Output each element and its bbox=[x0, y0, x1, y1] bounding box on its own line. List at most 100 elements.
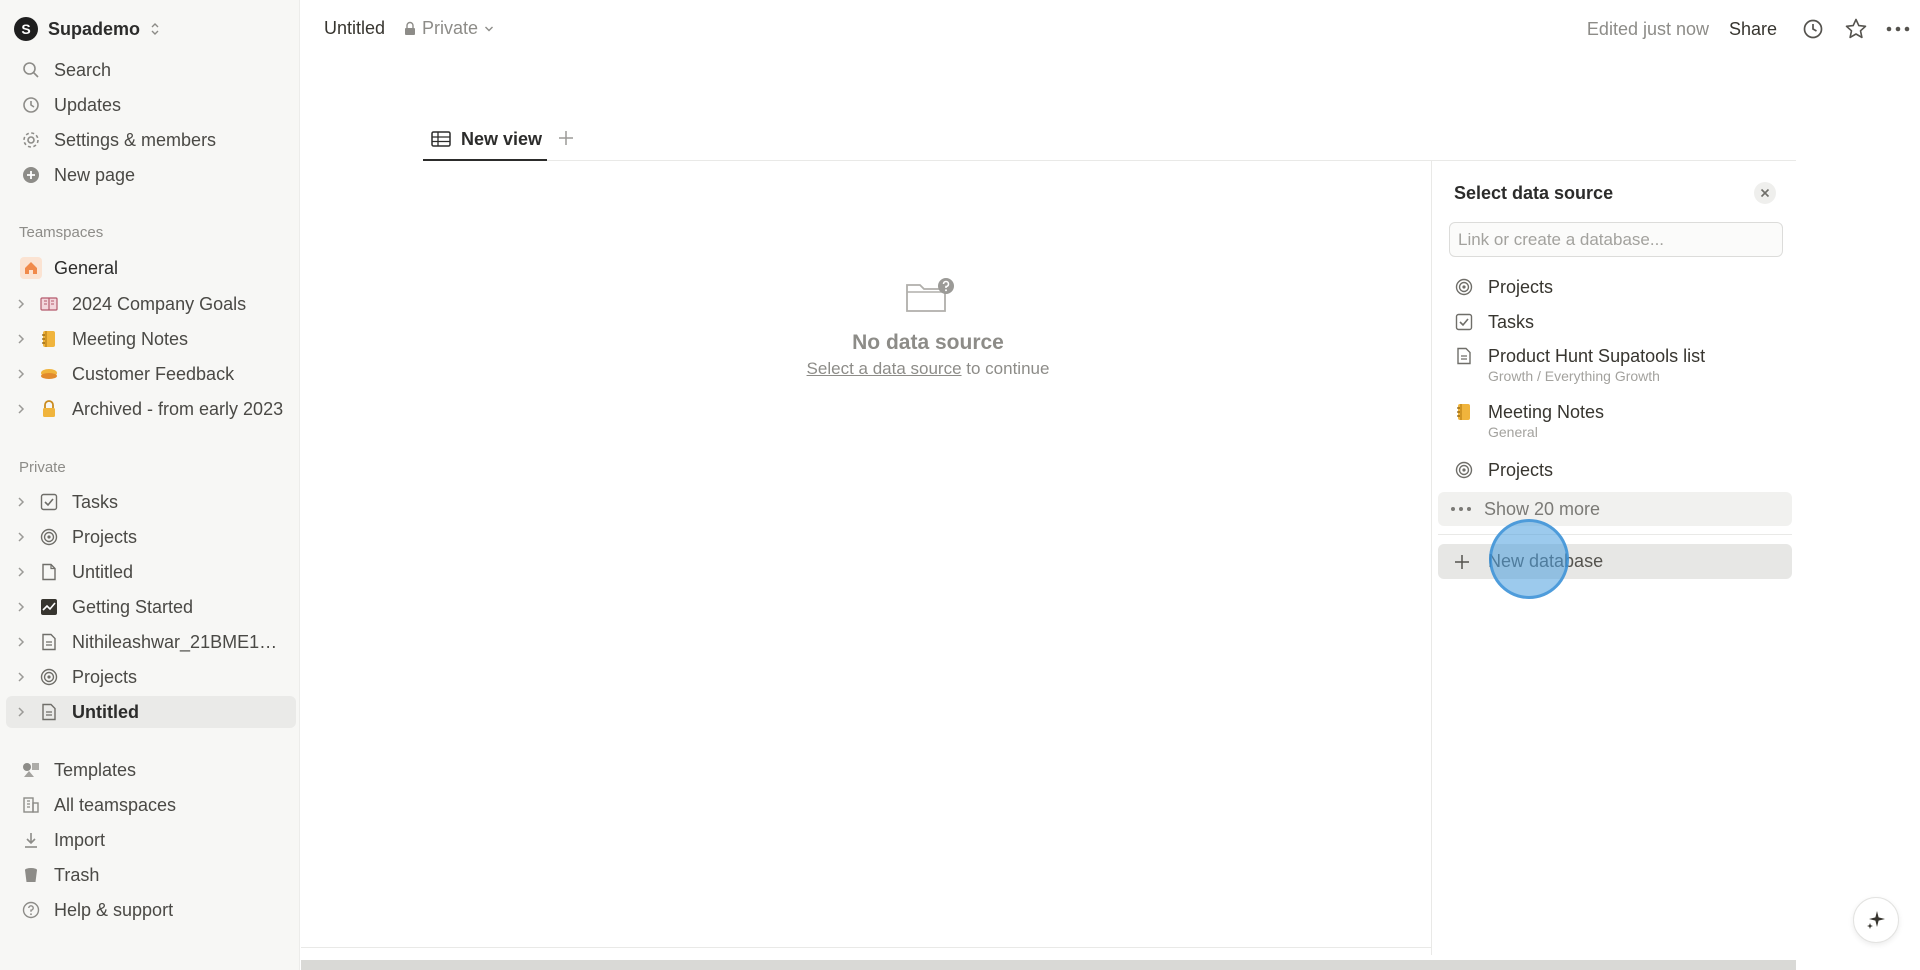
chevron-right-icon[interactable] bbox=[16, 636, 32, 648]
chevron-right-icon[interactable] bbox=[16, 601, 32, 613]
sidebar-item-getting-started[interactable]: Getting Started bbox=[6, 591, 296, 623]
chevron-right-icon[interactable] bbox=[16, 706, 32, 718]
data-source-name: Projects bbox=[1488, 460, 1554, 480]
sidebar-item-untitled[interactable]: Untitled bbox=[6, 556, 296, 588]
sidebar-item-meeting-notes[interactable]: Meeting Notes bbox=[6, 323, 296, 355]
sidebar-item-label: 2024 Company Goals bbox=[72, 293, 247, 314]
history-icon[interactable] bbox=[1800, 16, 1826, 42]
chevron-right-icon[interactable] bbox=[16, 531, 32, 543]
templates-icon bbox=[20, 759, 42, 781]
sidebar-item-label: Templates bbox=[54, 759, 137, 780]
new-database-button[interactable]: New database bbox=[1438, 544, 1792, 579]
show-more-label: Show 20 more bbox=[1484, 498, 1601, 519]
data-source-path: Growth / Everything Growth bbox=[1488, 368, 1660, 384]
sidebar-settings[interactable]: Settings & members bbox=[6, 124, 296, 156]
data-source-item[interactable]: Product Hunt Supatools list Growth / Eve… bbox=[1442, 342, 1788, 394]
close-panel-button[interactable] bbox=[1754, 182, 1776, 204]
lock-icon bbox=[38, 398, 60, 420]
star-icon[interactable] bbox=[1843, 16, 1869, 42]
data-source-item[interactable]: Projects bbox=[1442, 456, 1788, 488]
tab-new-view[interactable]: New view bbox=[423, 119, 547, 161]
close-icon bbox=[1760, 188, 1770, 198]
database-search-input[interactable] bbox=[1449, 222, 1783, 257]
panel-title: Select data source bbox=[1454, 183, 1614, 203]
sidebar-item-label: Getting Started bbox=[72, 596, 194, 617]
sidebar-item-label: Projects bbox=[72, 666, 138, 687]
add-view-button[interactable] bbox=[553, 125, 579, 151]
sidebar-item-label: Search bbox=[54, 59, 112, 80]
topbar: Untitled Private Edited just now Share bbox=[301, 0, 1920, 58]
target-icon bbox=[38, 666, 60, 688]
sidebar-item-projects-2[interactable]: Projects bbox=[6, 661, 296, 693]
horizontal-scrollbar[interactable] bbox=[301, 960, 1796, 970]
search-icon bbox=[20, 59, 42, 81]
more-options-icon[interactable] bbox=[1885, 16, 1911, 42]
breadcrumb-page-title[interactable]: Untitled bbox=[324, 18, 385, 39]
data-source-item[interactable]: Projects bbox=[1442, 273, 1788, 305]
empty-state-suffix: to continue bbox=[961, 359, 1050, 378]
data-source-item[interactable]: Tasks bbox=[1442, 308, 1788, 340]
sidebar-item-label: Updates bbox=[54, 94, 122, 115]
share-button[interactable]: Share bbox=[1729, 19, 1777, 40]
chevron-right-icon[interactable] bbox=[16, 333, 32, 345]
sidebar-item-nithileashwar[interactable]: Nithileashwar_21BME103... bbox=[6, 626, 296, 658]
sidebar-item-label: Import bbox=[54, 829, 106, 850]
sidebar-item-untitled-active[interactable]: Untitled bbox=[6, 696, 296, 728]
ellipsis-icon bbox=[1450, 506, 1472, 512]
chevron-updown-icon bbox=[150, 22, 160, 36]
sidebar-import[interactable]: Import bbox=[6, 824, 296, 856]
target-icon bbox=[1453, 459, 1475, 481]
gear-icon bbox=[20, 129, 42, 151]
sidebar-item-label: Nithileashwar_21BME103... bbox=[72, 631, 284, 652]
ai-assistant-button[interactable] bbox=[1853, 897, 1899, 943]
notebook-icon bbox=[38, 328, 60, 350]
help-icon bbox=[20, 899, 42, 921]
sidebar-all-teamspaces[interactable]: All teamspaces bbox=[6, 789, 296, 821]
page-icon bbox=[1453, 345, 1475, 367]
chevron-right-icon[interactable] bbox=[16, 671, 32, 683]
empty-state-title: No data source bbox=[852, 331, 1004, 354]
workspace-switcher[interactable]: S Supademo bbox=[14, 15, 160, 43]
chevron-right-icon[interactable] bbox=[16, 298, 32, 310]
chevron-right-icon[interactable] bbox=[16, 566, 32, 578]
select-data-source-link[interactable]: Select a data source bbox=[807, 359, 962, 378]
sidebar-item-label: General bbox=[54, 257, 119, 278]
sidebar-item-label: Untitled bbox=[72, 561, 134, 582]
sidebar-item-label: All teamspaces bbox=[54, 794, 177, 815]
sidebar-search[interactable]: Search bbox=[6, 54, 296, 86]
privacy-dropdown[interactable]: Private bbox=[404, 18, 494, 39]
sidebar-item-2024-company-goals[interactable]: 2024 Company Goals bbox=[6, 288, 296, 320]
sidebar-templates[interactable]: Templates bbox=[6, 754, 296, 786]
book-icon bbox=[38, 293, 60, 315]
sidebar-item-archived[interactable]: Archived - from early 2023 bbox=[6, 393, 296, 425]
tab-label: New view bbox=[461, 128, 543, 149]
download-icon bbox=[20, 829, 42, 851]
chevron-right-icon[interactable] bbox=[16, 368, 32, 380]
trash-icon bbox=[20, 864, 42, 886]
sidebar-item-label: Tasks bbox=[72, 491, 119, 512]
sidebar-updates[interactable]: Updates bbox=[6, 89, 296, 121]
sidebar-new-page[interactable]: New page bbox=[6, 159, 296, 191]
chevron-right-icon[interactable] bbox=[16, 403, 32, 415]
divider bbox=[301, 947, 1431, 948]
lock-icon bbox=[404, 21, 416, 36]
sidebar-item-projects[interactable]: Projects bbox=[6, 521, 296, 553]
teamspaces-heading: Teamspaces bbox=[19, 224, 104, 241]
sidebar-help[interactable]: Help & support bbox=[6, 894, 296, 926]
home-icon bbox=[20, 257, 42, 279]
sidebar-item-label: Projects bbox=[72, 526, 138, 547]
checkbox-icon bbox=[38, 491, 60, 513]
data-source-item[interactable]: Meeting Notes General bbox=[1442, 398, 1788, 450]
target-icon bbox=[1453, 276, 1475, 298]
sidebar-item-general[interactable]: General bbox=[6, 252, 296, 284]
sidebar-item-label: Meeting Notes bbox=[72, 328, 189, 349]
sidebar-item-customer-feedback[interactable]: Customer Feedback bbox=[6, 358, 296, 390]
clock-icon bbox=[20, 94, 42, 116]
sidebar-trash[interactable]: Trash bbox=[6, 859, 296, 891]
new-database-label: New database bbox=[1488, 551, 1604, 571]
show-more-button[interactable]: Show 20 more bbox=[1438, 492, 1792, 526]
chevron-right-icon[interactable] bbox=[16, 496, 32, 508]
sidebar-item-tasks[interactable]: Tasks bbox=[6, 486, 296, 518]
sidebar-item-label: Customer Feedback bbox=[72, 363, 235, 384]
notebook-icon bbox=[1453, 401, 1475, 423]
